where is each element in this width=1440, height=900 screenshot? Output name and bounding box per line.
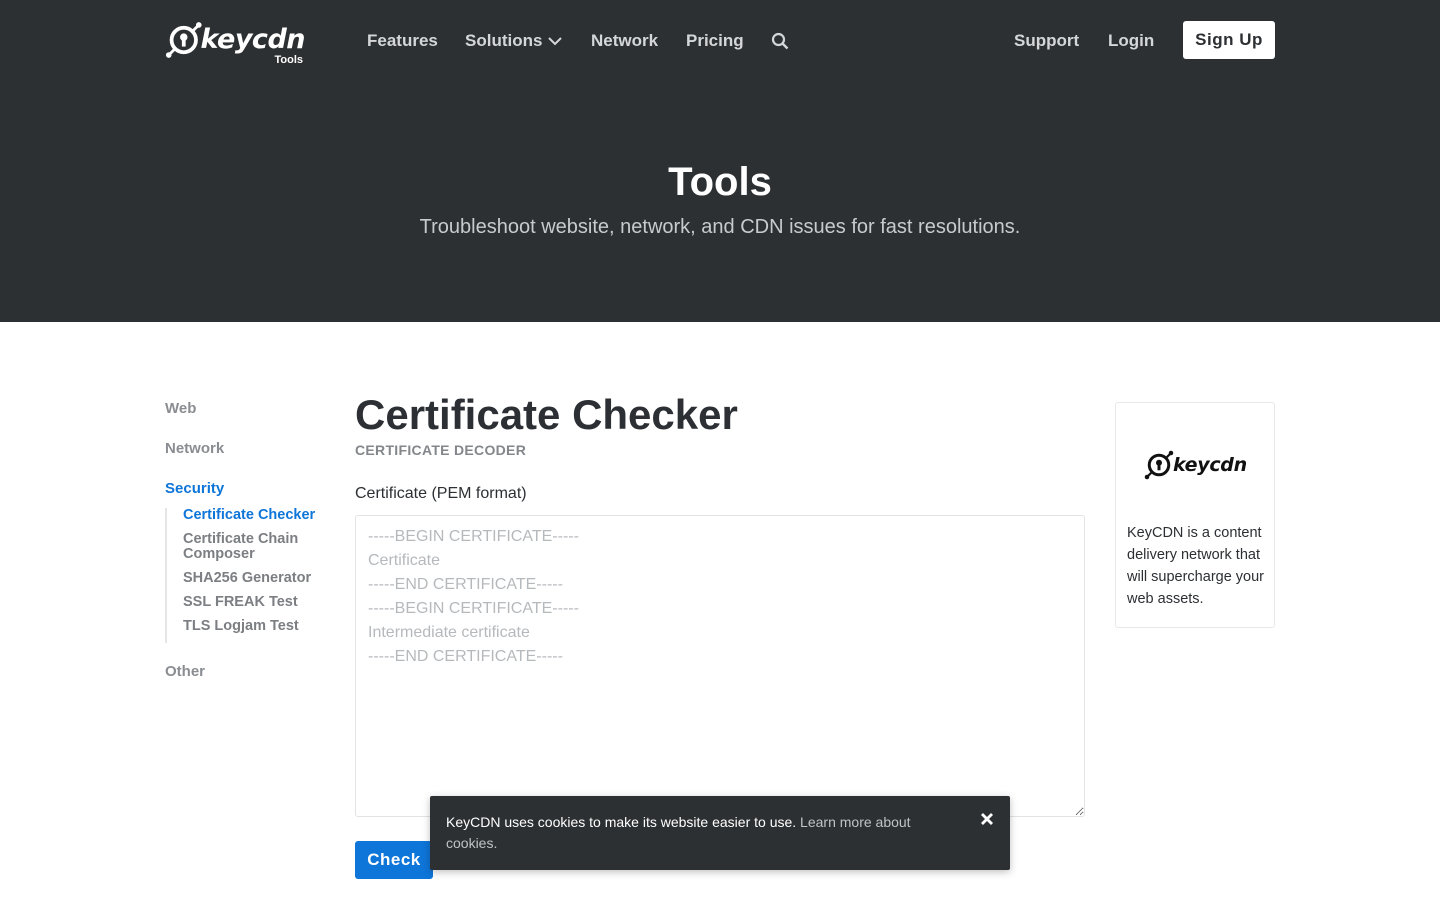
nav-support[interactable]: Support — [1014, 30, 1079, 52]
page-title: Certificate Checker — [355, 391, 738, 438]
nav-login[interactable]: Login — [1108, 30, 1154, 52]
site-header: keycdn Tools Features Solutions Network … — [0, 0, 1440, 322]
ad-logo-wordmark: keycdn — [1173, 454, 1247, 476]
sidebar-item-certificate-chain-composer[interactable]: Certificate Chain Composer — [183, 532, 335, 562]
sidebar-category-other[interactable]: Other — [165, 663, 205, 680]
cookie-banner: KeyCDN uses cookies to make its website … — [430, 796, 1010, 870]
keycdn-logo-icon — [1144, 450, 1174, 480]
certificate-input[interactable] — [355, 515, 1085, 817]
page-kicker: CERTIFICATE DECODER — [355, 442, 527, 458]
sidebar-item-sha256-generator[interactable]: SHA256 Generator — [183, 571, 335, 586]
nav-features[interactable]: Features — [367, 30, 438, 52]
cookie-text: KeyCDN uses cookies to make its website … — [446, 814, 801, 830]
certificate-field-label: Certificate (PEM format) — [355, 485, 527, 502]
sidebar-category-network[interactable]: Network — [165, 440, 224, 457]
hero-subtitle: Troubleshoot website, network, and CDN i… — [419, 216, 1021, 238]
ad-logo: keycdn — [1144, 449, 1248, 481]
sign-up-button[interactable]: Sign Up — [1183, 21, 1275, 59]
search-icon[interactable] — [771, 32, 789, 50]
close-icon[interactable] — [978, 810, 996, 828]
cookie-message: KeyCDN uses cookies to make its website … — [446, 812, 926, 854]
nav-solutions[interactable]: Solutions — [465, 30, 563, 52]
sidebar-item-certificate-checker[interactable]: Certificate Checker — [183, 508, 335, 523]
ad-description: KeyCDN is a content delivery network tha… — [1127, 525, 1265, 607]
sidebar-item-ssl-freak-test[interactable]: SSL FREAK Test — [183, 595, 335, 610]
keycdn-ad-card[interactable]: keycdn KeyCDN is a content delivery netw… — [1115, 402, 1275, 628]
hero-title: Tools — [668, 160, 772, 204]
logo-subtitle: Tools — [274, 54, 303, 66]
keycdn-logo[interactable]: keycdn Tools — [165, 20, 306, 66]
check-button[interactable]: Check — [355, 841, 433, 879]
chevron-down-icon — [548, 37, 563, 46]
sidebar-security-list: Certificate Checker Certificate Chain Co… — [165, 508, 335, 643]
sidebar-item-tls-logjam-test[interactable]: TLS Logjam Test — [183, 619, 335, 634]
nav-solutions-label: Solutions — [465, 31, 543, 50]
sidebar-category-security[interactable]: Security — [165, 480, 224, 497]
nav-pricing[interactable]: Pricing — [686, 30, 744, 52]
sidebar-category-web[interactable]: Web — [165, 400, 196, 417]
nav-network[interactable]: Network — [591, 30, 658, 52]
top-nav: keycdn Tools Features Solutions Network … — [0, 0, 1440, 80]
keycdn-logo-icon — [165, 22, 202, 58]
